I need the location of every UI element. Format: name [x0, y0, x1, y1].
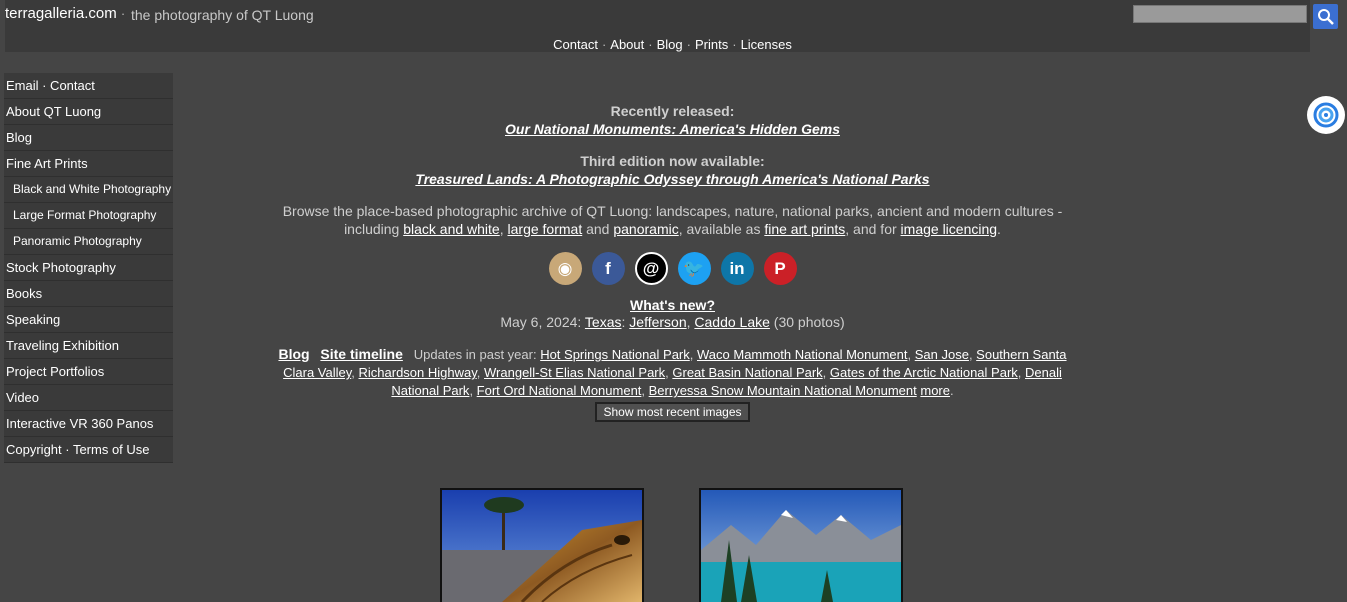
header-bar: terragalleria.com · the photography of Q…	[5, 0, 1310, 52]
sidebar-item-speaking[interactable]: Speaking	[4, 307, 173, 333]
large-format-link[interactable]: large format	[508, 221, 583, 237]
nav-blog[interactable]: Blog	[657, 37, 683, 52]
update-link[interactable]: Hot Springs National Park	[540, 347, 690, 362]
update-link[interactable]: Gates of the Arctic National Park	[830, 365, 1018, 380]
floating-assistant-button[interactable]	[1307, 96, 1345, 134]
update-link[interactable]: San Jose	[915, 347, 969, 362]
update-link[interactable]: Richardson Highway	[359, 365, 477, 380]
texas-link[interactable]: Texas	[585, 314, 622, 330]
desc-text: , and for	[845, 221, 901, 237]
sidebar: Email · Contact About QT Luong Blog Fine Ar…	[4, 73, 173, 463]
sidebar-item-about-qt-luong[interactable]: About QT Luong	[4, 99, 173, 125]
update-sep: ,	[822, 365, 830, 380]
nav-sep: ·	[601, 37, 607, 52]
search-button[interactable]	[1313, 4, 1338, 29]
update-link[interactable]: Berryessa Snow Mountain National Monumen…	[649, 383, 917, 398]
desc-text: .	[997, 221, 1001, 237]
nav-prints[interactable]: Prints	[695, 37, 728, 52]
linkedin-icon[interactable]: in	[720, 252, 754, 285]
panoramic-link[interactable]: panoramic	[613, 221, 678, 237]
sidebar-item-traveling-exhibition[interactable]: Traveling Exhibition	[4, 333, 173, 359]
latest-update: May 6, 2024: Texas: Jefferson, Caddo Lak…	[270, 313, 1075, 331]
update-link[interactable]: Great Basin National Park	[672, 365, 822, 380]
site-tagline: the photography of QT Luong	[131, 7, 314, 23]
site-separator: ·	[120, 6, 126, 21]
site-name: terragalleria.com	[5, 5, 117, 22]
sidebar-item-fine-art-prints[interactable]: Fine Art Prints	[4, 151, 173, 177]
recently-released-label: Recently released:	[610, 103, 735, 119]
search-input[interactable]	[1133, 5, 1307, 23]
main-content: Recently released: Our National Monument…	[270, 102, 1075, 422]
nav-about[interactable]: About	[610, 37, 644, 52]
update-sep: ,	[641, 383, 649, 398]
site-description: Browse the place-based photographic arch…	[270, 202, 1075, 238]
search-icon	[1317, 8, 1334, 25]
update-sep: ,	[469, 383, 477, 398]
blog-link[interactable]: Blog	[278, 346, 309, 362]
twitter-icon[interactable]: 🐦	[677, 252, 711, 285]
update-date: May 6, 2024:	[500, 314, 585, 330]
third-edition-label: Third edition now available:	[580, 153, 765, 169]
social-links: ◉ f @ 🐦 in P	[270, 252, 1075, 285]
nav-contact[interactable]: Contact	[553, 37, 598, 52]
desc-text: and	[582, 221, 614, 237]
site-name-link[interactable]: terragalleria.com ·	[5, 5, 125, 22]
sidebar-item-project-portfolios[interactable]: Project Portfolios	[4, 359, 173, 385]
update-link[interactable]: Wrangell-St Elias National Park	[484, 365, 665, 380]
sidebar-item-stock-photography[interactable]: Stock Photography	[4, 255, 173, 281]
sidebar-item-video[interactable]: Video	[4, 385, 173, 411]
desc-text: ,	[499, 221, 508, 237]
sidebar-item-blog[interactable]: Blog	[4, 125, 173, 151]
sidebar-item-books[interactable]: Books	[4, 281, 173, 307]
pinterest-icon[interactable]: P	[763, 252, 797, 285]
update-sep: ,	[351, 365, 359, 380]
nav-sep: ·	[686, 37, 691, 52]
site-timeline-link[interactable]: Site timeline	[320, 346, 402, 362]
facebook-icon[interactable]: f	[591, 252, 625, 285]
photo-image	[442, 490, 642, 602]
updates-timeline: Blog Site timeline Updates in past year:…	[270, 345, 1075, 400]
threads-icon[interactable]: @	[634, 252, 668, 285]
update-count: (30 photos)	[769, 314, 845, 330]
update-sep: .	[949, 383, 954, 398]
sidebar-item-copyright-terms-of-use[interactable]: Copyright · Terms of Use	[4, 437, 173, 463]
update-sep: ,	[907, 347, 915, 362]
update-link[interactable]: Fort Ord National Monument	[477, 383, 642, 398]
jefferson-link[interactable]: Jefferson	[629, 314, 686, 330]
photo-thumbnail[interactable]	[440, 488, 644, 602]
sidebar-item-black-and-white-photography[interactable]: Black and White Photography	[4, 177, 173, 203]
nav-licenses[interactable]: Licenses	[741, 37, 792, 52]
updates-label: Updates in past year:	[413, 347, 541, 362]
more-updates-link[interactable]: more	[920, 383, 950, 398]
sidebar-item-interactive-vr-360-panos[interactable]: Interactive VR 360 Panos	[4, 411, 173, 437]
whats-new-link[interactable]: What's new?	[630, 297, 715, 313]
desc-text: , available as	[678, 221, 765, 237]
caddo-lake-link[interactable]: Caddo Lake	[694, 314, 770, 330]
show-recent-images-button[interactable]: Show most recent images	[595, 402, 750, 422]
update-sep: ,	[1017, 365, 1026, 380]
bw-link[interactable]: black and white	[403, 221, 500, 237]
spiral-icon	[1313, 102, 1339, 128]
update-sep: ,	[476, 365, 485, 380]
instagram-icon[interactable]: ◉	[548, 252, 582, 285]
nav-sep: ·	[732, 37, 737, 52]
photo-thumbnail[interactable]	[699, 488, 903, 602]
photo-image	[701, 490, 901, 602]
sidebar-item-panoramic-photography[interactable]: Panoramic Photography	[4, 229, 173, 255]
monuments-book-link[interactable]: Our National Monuments: America's Hidden…	[505, 121, 840, 137]
sidebar-item-large-format-photography[interactable]: Large Format Photography	[4, 203, 173, 229]
update-sep: ,	[689, 347, 697, 362]
update-link[interactable]: Waco Mammoth National Monument	[697, 347, 908, 362]
treasured-lands-link[interactable]: Treasured Lands: A Photographic Odyssey …	[415, 171, 929, 187]
sidebar-item-email-contact[interactable]: Email · Contact	[4, 73, 173, 99]
fine-art-prints-link[interactable]: fine art prints	[764, 221, 845, 237]
nav-sep: ·	[648, 37, 653, 52]
top-nav: Contact · About · Blog · Prints · Licenses	[5, 37, 1340, 52]
image-licencing-link[interactable]: image licencing	[901, 221, 998, 237]
